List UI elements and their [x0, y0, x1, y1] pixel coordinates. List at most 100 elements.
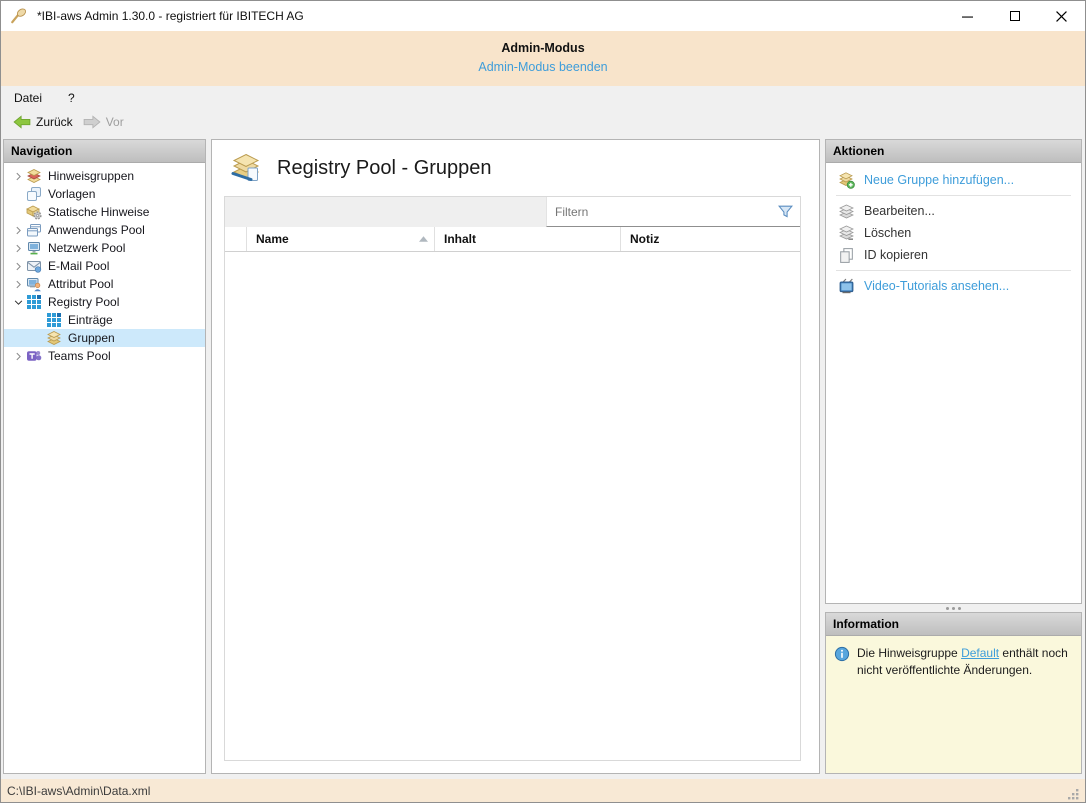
tree-item-hinweisgruppen[interactable]: Hinweisgruppen [4, 167, 205, 185]
information-content: Die Hinweisgruppe Default enthält noch n… [826, 636, 1081, 773]
chevron-right-icon[interactable] [10, 222, 26, 238]
registry-grid-icon [46, 312, 62, 328]
tree-item-label: Hinweisgruppen [48, 169, 135, 183]
maximize-button[interactable] [991, 1, 1038, 31]
information-message: Die Hinweisgruppe Default enthält noch n… [857, 645, 1069, 764]
info-text-before: Die Hinweisgruppe [857, 646, 962, 660]
close-button[interactable] [1038, 1, 1085, 31]
tree-item-label: Netzwerk Pool [48, 241, 126, 255]
panel-splitter[interactable] [825, 604, 1082, 612]
default-group-link[interactable]: Default [961, 646, 999, 660]
tree-item-label: Registry Pool [48, 295, 120, 309]
toolbar: Zurück Vor [1, 109, 1085, 134]
content-area: Navigation Hinweisgruppen Vorlagen Statisc… [1, 134, 1085, 779]
tree-item-label: E-Mail Pool [48, 259, 110, 273]
tree-item-eintraege[interactable]: Einträge [4, 311, 205, 329]
information-panel: Information Die Hinweisgruppe Default en… [825, 612, 1082, 774]
minimize-icon [962, 11, 973, 22]
action-label: Löschen [864, 226, 912, 240]
action-bearbeiten[interactable]: Bearbeiten... [826, 200, 1081, 222]
exit-admin-mode-link[interactable]: Admin-Modus beenden [478, 60, 607, 74]
registry-group-title-icon [230, 152, 262, 184]
chevron-down-icon[interactable] [10, 294, 26, 310]
templates-icon [26, 186, 42, 202]
window-title: *IBI-aws Admin 1.30.0 - registriert für … [37, 9, 304, 23]
copy-icon [838, 247, 855, 264]
add-group-icon [838, 171, 855, 189]
action-video-tutorials[interactable]: Video-Tutorials ansehen... [826, 275, 1081, 297]
main-panel: Registry Pool - Gruppen Name Inhalt Notiz [211, 139, 820, 774]
information-header: Information [826, 613, 1081, 636]
actions-header: Aktionen [826, 140, 1081, 163]
column-header-name[interactable]: Name [247, 227, 435, 251]
tree-item-teams-pool[interactable]: Teams Pool [4, 347, 205, 365]
action-loeschen[interactable]: Löschen [826, 222, 1081, 244]
column-header-selector [225, 227, 247, 251]
tree-item-attribut-pool[interactable]: Attribut Pool [4, 275, 205, 293]
tree-item-label: Statische Hinweise [48, 205, 150, 219]
chevron-right-icon[interactable] [10, 276, 26, 292]
maximize-icon [1009, 11, 1020, 21]
chevron-right-icon[interactable] [10, 168, 26, 184]
action-id-kopieren[interactable]: ID kopieren [826, 244, 1081, 266]
registry-grid-icon [26, 294, 42, 310]
forward-button[interactable]: Vor [78, 113, 129, 131]
mail-icon [26, 258, 42, 274]
minimize-button[interactable] [944, 1, 991, 31]
forward-button-label: Vor [105, 114, 124, 129]
attribute-icon [26, 276, 42, 292]
tree-item-label: Anwendungs Pool [48, 223, 145, 237]
window-controls [944, 1, 1085, 31]
tree-item-label: Einträge [68, 313, 113, 327]
action-neue-gruppe[interactable]: Neue Gruppe hinzufügen... [826, 169, 1081, 191]
back-button[interactable]: Zurück [8, 113, 78, 131]
back-button-label: Zurück [36, 114, 73, 129]
network-icon [26, 240, 42, 256]
nav-tree: Hinweisgruppen Vorlagen Statische Hinweise… [4, 163, 205, 773]
tree-item-anwendungs-pool[interactable]: Anwendungs Pool [4, 221, 205, 239]
tree-item-label: Attribut Pool [48, 277, 114, 291]
group-table: Name Inhalt Notiz [224, 196, 801, 761]
tree-item-gruppen[interactable]: Gruppen [4, 329, 205, 347]
teams-icon [26, 348, 42, 364]
resize-grip-icon[interactable] [1067, 788, 1081, 802]
chevron-right-icon[interactable] [10, 258, 26, 274]
column-label: Notiz [630, 232, 660, 246]
action-label: Neue Gruppe hinzufügen... [864, 173, 1015, 187]
tree-item-label: Vorlagen [48, 187, 96, 201]
back-arrow-icon [13, 114, 31, 129]
menu-item-datei[interactable]: Datei [14, 91, 42, 105]
tree-item-vorlagen[interactable]: Vorlagen [4, 185, 205, 203]
chevron-right-icon[interactable] [10, 348, 26, 364]
column-header-notiz[interactable]: Notiz [621, 227, 800, 251]
delete-group-icon [838, 225, 855, 242]
column-label: Name [256, 232, 289, 246]
filter-funnel-icon[interactable] [777, 203, 794, 220]
app-windows-icon [26, 222, 42, 238]
close-icon [1056, 10, 1067, 22]
menu-item-help[interactable]: ? [68, 91, 75, 105]
status-bar: C:\IBI-aws\Admin\Data.xml [1, 779, 1085, 802]
actions-list: Neue Gruppe hinzufügen... Bearbeiten... Lö… [826, 163, 1081, 297]
table-body[interactable] [225, 252, 800, 760]
chevron-right-icon[interactable] [10, 240, 26, 256]
column-label: Inhalt [444, 232, 476, 246]
actions-panel: Aktionen Neue Gruppe hinzufügen... Bearbe… [825, 139, 1082, 604]
menu-bar: Datei ? [1, 86, 1085, 109]
table-header: Name Inhalt Notiz [225, 227, 800, 252]
sort-asc-icon [419, 236, 428, 242]
column-header-inhalt[interactable]: Inhalt [435, 227, 621, 251]
info-circle-icon [834, 646, 850, 662]
tree-item-netzwerk-pool[interactable]: Netzwerk Pool [4, 239, 205, 257]
tree-item-statische-hinweise[interactable]: Statische Hinweise [4, 203, 205, 221]
admin-mode-banner: Admin-Modus Admin-Modus beenden [1, 31, 1085, 86]
navigation-header: Navigation [4, 140, 205, 163]
right-column: Aktionen Neue Gruppe hinzufügen... Bearbe… [825, 139, 1082, 774]
tree-item-label: Gruppen [68, 331, 115, 345]
tree-item-registry-pool[interactable]: Registry Pool [4, 293, 205, 311]
tree-item-email-pool[interactable]: E-Mail Pool [4, 257, 205, 275]
filter-input[interactable] [555, 204, 777, 219]
